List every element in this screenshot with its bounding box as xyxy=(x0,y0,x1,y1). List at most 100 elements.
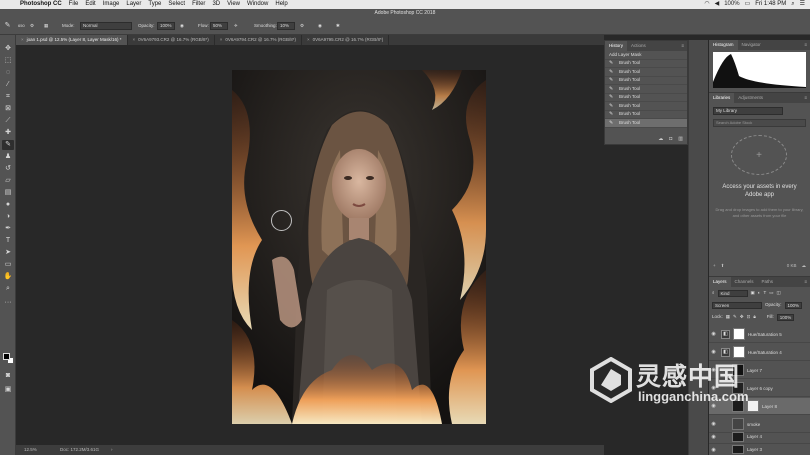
layer-thumbnail[interactable] xyxy=(732,431,744,442)
close-tab-icon[interactable]: × xyxy=(220,35,223,45)
history-item[interactable]: ✎ Brush Tool xyxy=(605,94,687,102)
panel-menu-icon[interactable]: ≡ xyxy=(681,41,687,51)
history-item[interactable]: ✎ Brush Tool xyxy=(605,85,687,94)
history-item[interactable]: Add Layer Mask xyxy=(605,51,687,60)
filter-smart-object-icon[interactable]: ◫ xyxy=(777,289,781,297)
menu-window[interactable]: Window xyxy=(247,0,268,9)
smoothing-options-icon[interactable]: ⚙ xyxy=(300,22,304,30)
menu-file[interactable]: File xyxy=(69,0,79,9)
layer-row[interactable]: ◉ Layer 4 xyxy=(709,430,810,444)
upload-icon[interactable]: ⬆ xyxy=(721,263,725,269)
clone-stamp-tool-icon[interactable]: ♟ xyxy=(2,152,14,162)
tab-adjustments[interactable]: Adjustments xyxy=(734,93,767,103)
lock-image-icon[interactable]: ✎ xyxy=(733,313,737,321)
lasso-tool-icon[interactable]: ◌ xyxy=(2,68,14,78)
tab-paths[interactable]: Paths xyxy=(758,277,778,287)
close-tab-icon[interactable]: × xyxy=(21,35,24,45)
menu-3d[interactable]: 3D xyxy=(212,0,220,9)
tab-layers[interactable]: Layers xyxy=(709,277,731,287)
history-brush-tool-icon[interactable]: ↺ xyxy=(2,164,14,174)
frame-tool-icon[interactable]: ⊠ xyxy=(2,104,14,114)
menu-image[interactable]: Image xyxy=(103,0,120,9)
brush-settings-icon[interactable]: ⚙ xyxy=(30,22,34,30)
layer-mask-thumbnail[interactable] xyxy=(733,328,745,340)
tab-histogram[interactable]: Histogram xyxy=(709,40,738,50)
filter-pixel-icon[interactable]: ▣ xyxy=(751,289,755,297)
rectangle-tool-icon[interactable]: ▭ xyxy=(2,260,14,270)
flow-field[interactable]: 50% xyxy=(210,22,228,30)
gradient-tool-icon[interactable]: ▤ xyxy=(2,188,14,198)
add-content-icon[interactable]: + xyxy=(713,263,716,269)
panel-menu-icon[interactable]: ≡ xyxy=(804,40,810,50)
status-menu-icon[interactable]: › xyxy=(111,445,113,455)
pressure-size-icon[interactable]: ◉ xyxy=(318,22,322,30)
history-item[interactable]: ✎ Brush Tool xyxy=(605,77,687,85)
filter-shape-icon[interactable]: ▭ xyxy=(769,289,773,297)
menu-view[interactable]: View xyxy=(227,0,240,9)
healing-brush-tool-icon[interactable]: ✚ xyxy=(2,128,14,138)
pen-tool-icon[interactable]: ✒ xyxy=(2,224,14,234)
menu-edit[interactable]: Edit xyxy=(85,0,95,9)
kind-filter-select[interactable]: Kind xyxy=(717,289,748,297)
history-item[interactable]: ✎ Brush Tool xyxy=(605,111,687,119)
tab-0v6a9793[interactable]: × 0V6A9793.CR2 @ 16.7% (RGB/8*) xyxy=(128,35,215,45)
menu-help[interactable]: Help xyxy=(275,0,287,9)
snapshot-camera-icon[interactable]: ◘ xyxy=(669,136,672,142)
layer-opacity-field[interactable]: 100% xyxy=(784,301,803,309)
tab-actions[interactable]: Actions xyxy=(627,41,650,51)
close-tab-icon[interactable]: × xyxy=(307,35,310,45)
lock-transparent-icon[interactable]: ▦ xyxy=(726,313,730,321)
library-select[interactable]: My Library xyxy=(713,107,783,115)
panel-menu-icon[interactable]: ≡ xyxy=(804,277,810,287)
panel-menu-icon[interactable]: ≡ xyxy=(804,93,810,103)
eyedropper-tool-icon[interactable]: ⟋ xyxy=(2,116,14,126)
library-drop-zone[interactable]: + xyxy=(731,135,787,175)
library-search-input[interactable]: Search Adobe Stock xyxy=(713,119,806,127)
visibility-eye-icon[interactable]: ◉ xyxy=(709,349,718,355)
cloud-sync-icon[interactable]: ☁ xyxy=(802,263,807,269)
lock-artboard-icon[interactable]: ⊡ xyxy=(747,313,751,321)
symmetry-icon[interactable]: ✱ xyxy=(336,22,340,30)
brush-size-value[interactable]: 650 xyxy=(18,22,25,30)
menu-layer[interactable]: Layer xyxy=(126,0,141,9)
tab-channels[interactable]: Channels xyxy=(731,277,758,287)
layer-name[interactable]: Layer 4 xyxy=(747,434,762,439)
notification-icon[interactable]: ☰ xyxy=(800,0,805,9)
layer-row[interactable]: ◉ ◧ Hue/Saturation 5 xyxy=(709,326,810,343)
tab-0v6a9795[interactable]: × 0V6A9795.CR2 @ 16.7% (RGB/8*) xyxy=(302,35,390,45)
menu-filter[interactable]: Filter xyxy=(192,0,205,9)
move-tool-icon[interactable]: ✥ xyxy=(2,44,14,54)
tab-libraries[interactable]: Libraries xyxy=(709,93,735,103)
lock-position-icon[interactable]: ✥ xyxy=(740,313,744,321)
opacity-field[interactable]: 100% xyxy=(157,22,175,30)
tab-history[interactable]: History xyxy=(605,41,628,51)
lock-all-icon[interactable]: 🔒︎ xyxy=(753,313,755,321)
smoothing-field[interactable]: 10% xyxy=(277,22,295,30)
layer-row[interactable]: ◉ Layer 3 xyxy=(709,444,810,455)
more-tools-icon[interactable]: ··· xyxy=(2,298,14,308)
pressure-opacity-icon[interactable]: ◉ xyxy=(180,22,184,30)
type-tool-icon[interactable]: T xyxy=(2,236,14,246)
battery-icon[interactable]: ▭ xyxy=(745,0,751,9)
foreground-color-swatch[interactable] xyxy=(3,353,10,360)
layer-name[interactable]: Hue/Saturation 4 xyxy=(748,350,782,355)
layer-thumbnail[interactable] xyxy=(732,445,744,454)
layer-name[interactable]: Layer 3 xyxy=(747,447,762,452)
brush-tool-icon[interactable]: ✎ xyxy=(2,140,14,150)
dodge-tool-icon[interactable]: ◑ xyxy=(2,212,14,222)
layer-name[interactable]: Hue/Saturation 5 xyxy=(748,332,782,337)
eraser-tool-icon[interactable]: ▱ xyxy=(2,176,14,186)
history-item[interactable]: ✎ Brush Tool xyxy=(605,68,687,77)
history-item-selected[interactable]: ✎ Brush Tool xyxy=(605,119,687,128)
quick-select-tool-icon[interactable]: ⁄ xyxy=(2,80,14,90)
menu-select[interactable]: Select xyxy=(168,0,185,9)
menu-app-name[interactable]: Photoshop CC xyxy=(20,0,62,9)
quick-mask-icon[interactable]: ◙ xyxy=(2,371,14,381)
marquee-tool-icon[interactable]: ⬚ xyxy=(2,56,14,66)
color-swatches[interactable] xyxy=(3,353,15,365)
visibility-eye-icon[interactable]: ◉ xyxy=(709,331,718,337)
menu-type[interactable]: Type xyxy=(148,0,161,9)
history-item[interactable]: ✎ Brush Tool xyxy=(605,102,687,111)
path-selection-tool-icon[interactable]: ➤ xyxy=(2,248,14,258)
trash-icon[interactable]: ▥ xyxy=(678,136,683,142)
